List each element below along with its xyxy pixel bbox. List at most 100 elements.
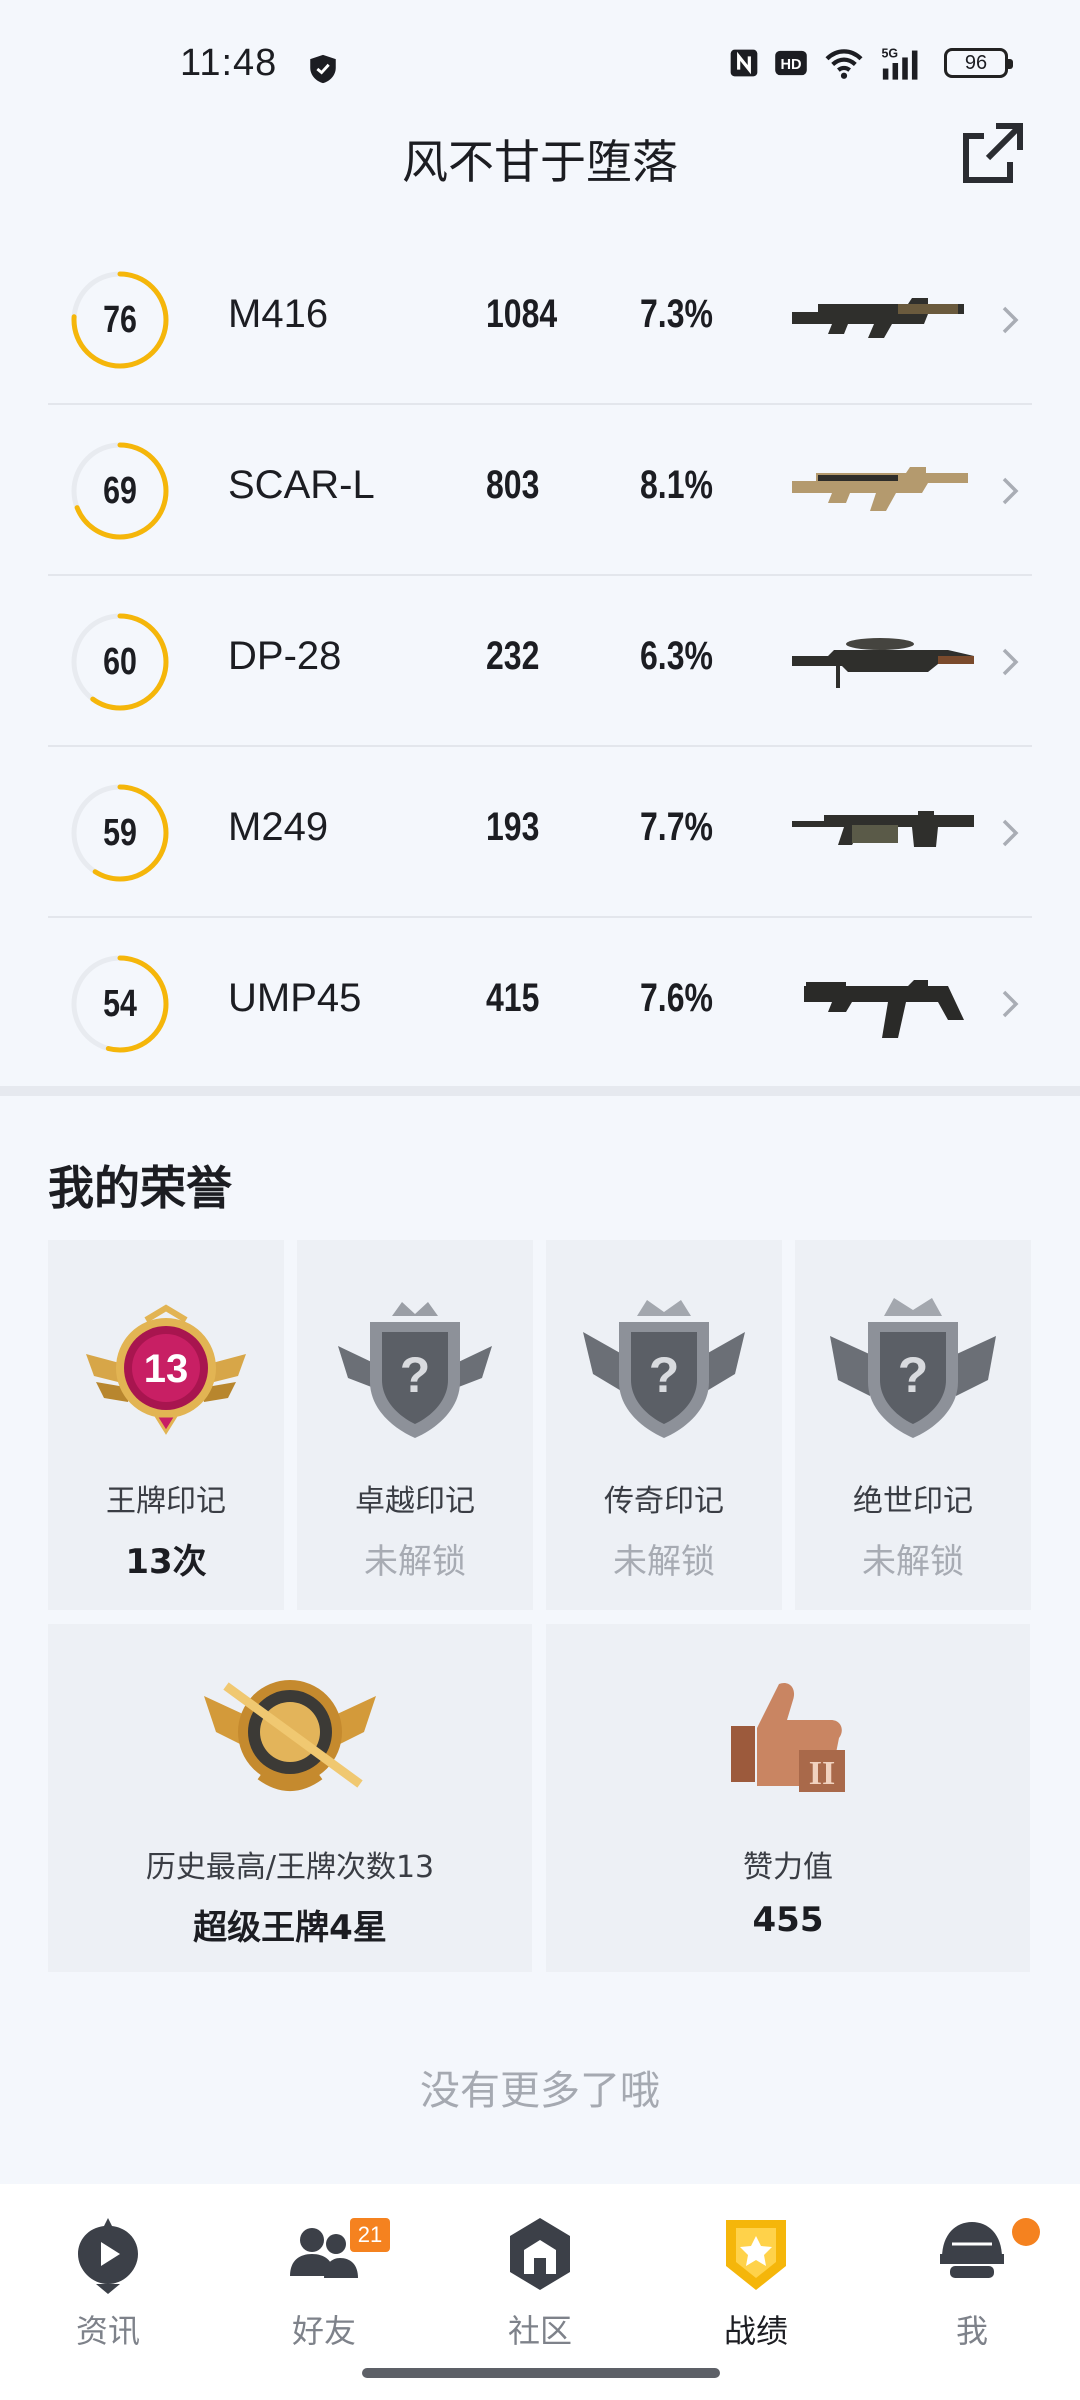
weapon-list: 76 M416 1084 7.3% 69 SCAR-L 803 8.1% 60 …	[48, 234, 1032, 1089]
honor-label: 绝世印记	[853, 1484, 973, 1519]
chevron-right-icon	[1002, 648, 1019, 676]
honor-label: 卓越印记	[355, 1484, 475, 1519]
honor-card-excellent[interactable]: ? 卓越印记 未解锁	[297, 1240, 533, 1610]
home-indicator[interactable]	[362, 2368, 720, 2378]
thumbs-up-icon: II	[731, 1682, 845, 1792]
tab-friends[interactable]: 21 好友	[244, 2204, 404, 2354]
battery-level: 96	[964, 51, 988, 74]
share-button[interactable]	[958, 118, 1028, 188]
svg-text:HD: HD	[780, 57, 801, 73]
helmet-profile-icon	[940, 2222, 1004, 2278]
notification-dot	[1012, 2218, 1040, 2246]
highest-rank-value: 超级王牌4星	[193, 1908, 387, 1948]
weapon-kills: 232	[486, 634, 540, 678]
weapon-rate: 7.6%	[640, 976, 713, 1020]
locked-badge-icon: ?	[830, 1298, 996, 1438]
svg-text:II: II	[809, 1755, 835, 1792]
weapon-score: 60	[103, 641, 137, 683]
honor-label: 传奇印记	[604, 1484, 724, 1519]
weapon-row[interactable]: 60 DP-28 232 6.3%	[48, 576, 1032, 747]
signal-5g-icon: 5G	[880, 46, 930, 80]
nav-label: 我	[955, 2312, 988, 2350]
honor-card-peerless[interactable]: ? 绝世印记 未解锁	[795, 1240, 1031, 1610]
nav-label: 好友	[291, 2312, 356, 2350]
weapon-name: M249	[228, 805, 329, 849]
weapon-row[interactable]: 59 M249 193 7.7%	[48, 747, 1032, 918]
weapon-row[interactable]: 69 SCAR-L 803 8.1%	[48, 405, 1032, 576]
weapon-rate: 7.3%	[640, 292, 713, 336]
weapon-kills: 803	[486, 463, 540, 507]
honor-value: 13次	[125, 1542, 207, 1582]
weapon-image	[792, 467, 968, 511]
tab-me[interactable]: 我	[892, 2204, 1052, 2354]
shield-icon	[310, 54, 336, 84]
weapon-image	[792, 298, 964, 338]
weapon-name: SCAR-L	[228, 463, 375, 507]
weapon-row[interactable]: 54 UMP45 415 7.6%	[48, 918, 1032, 1089]
likes-card[interactable]: II 赞力值 455	[546, 1624, 1030, 1972]
news-play-icon	[78, 2218, 138, 2294]
chevron-right-icon	[1002, 306, 1019, 334]
rank-emblem-icon	[204, 1680, 376, 1791]
highest-rank-card[interactable]: 历史最高/王牌次数13 超级王牌4星	[48, 1624, 532, 1972]
svg-text:?: ?	[898, 1347, 929, 1403]
network-label: 5G	[881, 46, 898, 60]
highest-rank-label: 历史最高/王牌次数13	[145, 1850, 435, 1885]
honor-value: 未解锁	[862, 1542, 964, 1582]
no-more-text: 没有更多了哦	[420, 2068, 660, 2114]
nfc-icon	[728, 46, 760, 80]
chevron-right-icon	[1002, 990, 1019, 1018]
friends-badge: 21	[350, 2218, 390, 2252]
weapon-kills: 193	[486, 805, 540, 849]
weapon-image	[792, 811, 974, 847]
status-bar: 11:48 HD 5G 96	[0, 0, 1080, 130]
page-title: 风不甘于堕落	[402, 135, 678, 189]
ace-badge-icon: 13	[86, 1304, 246, 1435]
weapon-rate: 7.7%	[640, 805, 713, 849]
honor-value: 未解锁	[613, 1542, 715, 1582]
likes-label: 赞力值	[743, 1850, 833, 1885]
svg-text:?: ?	[400, 1347, 431, 1403]
nav-label: 资讯	[75, 2312, 140, 2350]
honor-card-legend[interactable]: ? 传奇印记 未解锁	[546, 1240, 782, 1610]
weapon-name: UMP45	[228, 976, 362, 1020]
weapon-row[interactable]: 76 M416 1084 7.3%	[48, 234, 1032, 405]
svg-text:?: ?	[649, 1347, 680, 1403]
weapon-score: 76	[103, 299, 137, 341]
community-icon	[510, 2218, 570, 2290]
share-external-icon	[963, 123, 1023, 183]
weapon-score: 69	[103, 470, 137, 512]
weapon-rate: 8.1%	[640, 463, 713, 507]
honors-title: 我的荣誉	[48, 1161, 232, 1215]
hd-icon: HD	[774, 46, 808, 80]
status-icons: HD 5G 96	[728, 46, 1013, 80]
nav-label: 战绩	[723, 2312, 788, 2350]
locked-badge-icon: ?	[338, 1302, 492, 1438]
section-divider	[0, 1086, 1080, 1096]
honor-card-ace[interactable]: 13 王牌印记 13次	[48, 1240, 284, 1610]
weapon-name: M416	[228, 292, 329, 336]
battery-indicator: 96	[944, 48, 1013, 78]
weapon-name: DP-28	[228, 634, 342, 678]
likes-value: 455	[752, 1900, 824, 1940]
weapon-score: 54	[103, 983, 137, 1025]
weapon-kills: 1084	[486, 292, 558, 336]
wifi-icon	[822, 46, 866, 80]
tab-news[interactable]: 资讯	[28, 2204, 188, 2354]
honor-label: 王牌印记	[106, 1484, 226, 1519]
chevron-right-icon	[1002, 477, 1019, 505]
honor-value: 未解锁	[364, 1542, 466, 1582]
ace-badge-number: 13	[144, 1347, 189, 1391]
tab-record[interactable]: 战绩	[676, 2204, 836, 2354]
locked-badge-icon: ?	[583, 1300, 745, 1438]
weapon-image	[792, 638, 974, 688]
record-trophy-icon	[726, 2220, 786, 2290]
page: 11:48 HD 5G 96 风不甘于堕落 76 M416 1084 7.3% …	[0, 0, 1080, 2400]
weapon-rate: 6.3%	[640, 634, 713, 678]
chevron-right-icon	[1002, 819, 1019, 847]
weapon-kills: 415	[486, 976, 540, 1020]
tab-community[interactable]: 社区	[460, 2204, 620, 2354]
weapon-score: 59	[103, 812, 137, 854]
status-time: 11:48	[180, 42, 278, 84]
nav-label: 社区	[507, 2312, 572, 2350]
